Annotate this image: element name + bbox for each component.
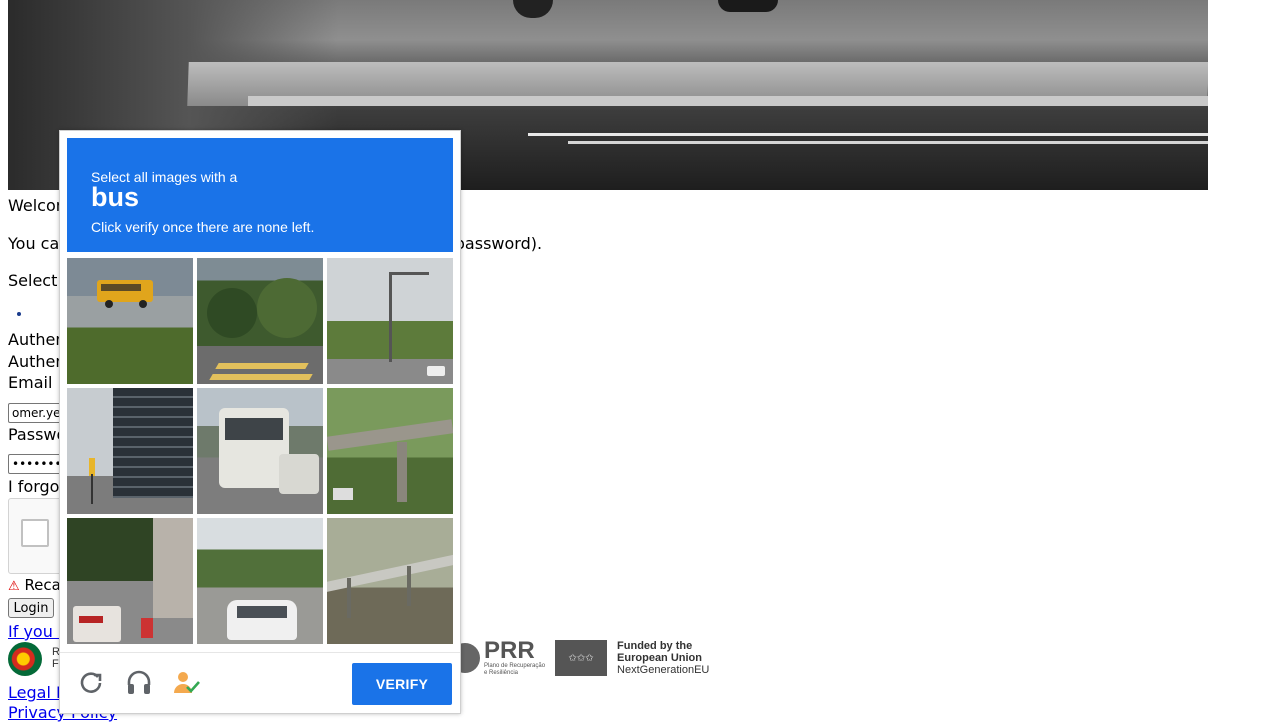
login-button[interactable]: Login	[8, 598, 54, 618]
captcha-challenge: Select all images with a bus Click verif…	[59, 130, 461, 714]
captcha-tile-4[interactable]	[67, 388, 193, 514]
reload-icon[interactable]	[76, 668, 106, 698]
captcha-tile-2[interactable]	[197, 258, 323, 384]
email-label: Email	[8, 373, 53, 392]
captcha-grid	[67, 258, 453, 644]
captcha-tile-6[interactable]	[327, 388, 453, 514]
info-icon[interactable]	[172, 668, 202, 698]
warning-icon: ⚠	[8, 579, 20, 594]
captcha-tile-3[interactable]	[327, 258, 453, 384]
captcha-target: bus	[91, 182, 140, 212]
audio-icon[interactable]	[124, 668, 154, 698]
captcha-tile-5[interactable]	[197, 388, 323, 514]
prr-logo: PRR Plano de Recuperação e Resiliência	[450, 639, 545, 677]
verify-button[interactable]: VERIFY	[352, 663, 452, 705]
portugal-emblem	[8, 642, 42, 676]
captcha-tile-9[interactable]	[327, 518, 453, 644]
eu-flag-icon: ✩✩✩	[555, 640, 608, 676]
captcha-tile-1[interactable]	[67, 258, 193, 384]
captcha-footer: VERIFY	[60, 652, 460, 714]
captcha-header: Select all images with a bus Click verif…	[67, 138, 453, 252]
recaptcha-checkbox[interactable]	[21, 519, 49, 547]
captcha-subinstruction: Click verify once there are none left.	[91, 219, 315, 235]
funding-logos: PRR Plano de Recuperação e Resiliência ✩…	[450, 638, 709, 678]
captcha-tile-7[interactable]	[67, 518, 193, 644]
auth-method-icon[interactable]	[8, 306, 24, 326]
captcha-tile-8[interactable]	[197, 518, 323, 644]
eu-funding-text: Funded by the European Union NextGenerat…	[617, 640, 710, 676]
